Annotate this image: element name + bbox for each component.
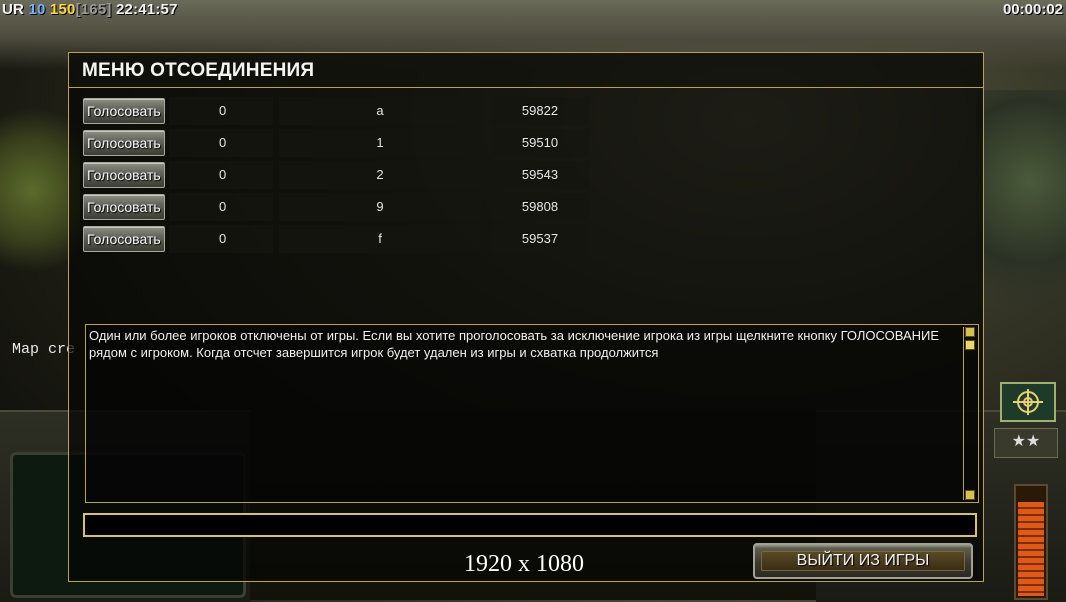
vote-count: 0 xyxy=(169,193,273,221)
power-meter-icon xyxy=(1014,484,1048,600)
player-row: Голосовать 0 f 59537 xyxy=(83,225,589,253)
player-ping: 59543 xyxy=(491,161,589,189)
match-timer: 00:00:02 xyxy=(1002,1,1063,18)
vote-button[interactable]: Голосовать xyxy=(83,194,165,220)
money-value: 150 xyxy=(49,1,76,18)
player-name: 1 xyxy=(279,129,481,157)
player-stats: UR 10 150[165] 22:41:57 xyxy=(2,1,178,18)
clock: 22:41:57 xyxy=(115,1,178,18)
player-name: f xyxy=(279,225,481,253)
power-meter-fill xyxy=(1018,502,1044,596)
vote-button[interactable]: Голосовать xyxy=(83,162,165,188)
player-row: Голосовать 0 2 59543 xyxy=(83,161,589,189)
dialog-title: МЕНЮ ОТСОЕДИНЕНИЯ xyxy=(82,60,315,81)
radar-glyph xyxy=(1013,389,1043,415)
terrain-right xyxy=(976,90,1066,320)
player-ping: 59537 xyxy=(491,225,589,253)
map-created-text: Map cre xyxy=(12,341,76,358)
vote-count: 0 xyxy=(169,129,273,157)
resolution-label: 1920 x 1080 xyxy=(464,551,584,577)
disconnect-dialog: МЕНЮ ОТСОЕДИНЕНИЯ Голосовать 0 a 59822 Г… xyxy=(68,52,984,582)
vote-count: 0 xyxy=(169,161,273,189)
chat-input[interactable] xyxy=(83,513,977,537)
vote-button[interactable]: Голосовать xyxy=(83,130,165,156)
player-ping: 59510 xyxy=(491,129,589,157)
quit-game-label: ВЫЙТИ ИЗ ИГРЫ xyxy=(796,552,930,569)
disconnect-message: Один или более игроков отключены от игры… xyxy=(89,328,940,360)
vote-count: 0 xyxy=(169,225,273,253)
message-box[interactable]: Один или более игроков отключены от игры… xyxy=(85,324,979,503)
player-name: 2 xyxy=(279,161,481,189)
dialog-header: МЕНЮ ОТСОЕДИНЕНИЯ xyxy=(69,53,983,88)
vote-count: 0 xyxy=(169,97,273,125)
level-value: 10 xyxy=(28,1,46,18)
player-row: Голосовать 0 1 59510 xyxy=(83,129,589,157)
quit-game-button[interactable]: ВЫЙТИ ИЗ ИГРЫ xyxy=(753,543,973,579)
player-ping: 59808 xyxy=(491,193,589,221)
scroll-up-button[interactable] xyxy=(965,327,975,337)
vote-button[interactable]: Голосовать xyxy=(83,98,165,124)
player-row: Голосовать 0 9 59808 xyxy=(83,193,589,221)
player-ping: 59822 xyxy=(491,97,589,125)
player-name: 9 xyxy=(279,193,481,221)
scroll-down-button[interactable] xyxy=(965,490,975,500)
faction-label: UR xyxy=(2,1,25,18)
scrollbar[interactable] xyxy=(963,327,976,500)
scroll-thumb[interactable] xyxy=(965,340,975,350)
vote-button[interactable]: Голосовать xyxy=(83,226,165,252)
star-rank-icon[interactable]: ★★ xyxy=(994,428,1058,458)
player-name: a xyxy=(279,97,481,125)
player-row: Голосовать 0 a 59822 xyxy=(83,97,589,125)
radar-icon[interactable] xyxy=(1000,382,1056,422)
capacity-value: [165] xyxy=(75,1,112,18)
